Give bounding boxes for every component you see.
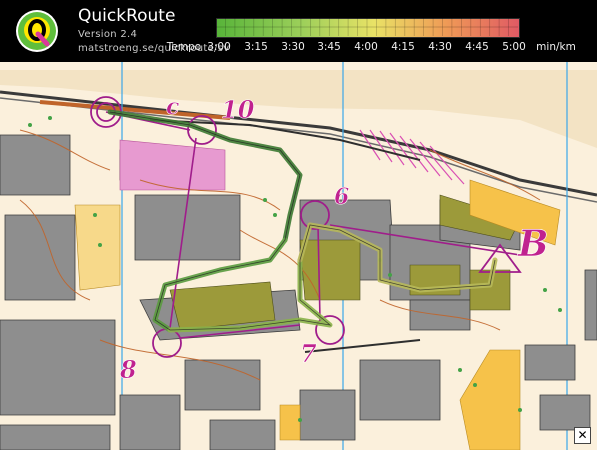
pace-tick-label: 3:15: [244, 41, 268, 53]
pace-tick-label: 3:45: [317, 41, 341, 53]
app-header: QuickRoute Version 2.4 matstroeng.se/qui…: [0, 0, 597, 62]
pace-tick-label: 4:45: [465, 41, 489, 53]
control-label-10: 10: [221, 95, 255, 124]
pace-tick-label: 4:15: [391, 41, 415, 53]
map-canvas: c 10 6 B 8 7: [0, 62, 597, 450]
pace-tick-label: 3:30: [281, 41, 305, 53]
pace-scale-grid: [216, 18, 518, 36]
app-version: Version 2.4: [78, 29, 138, 40]
pace-tick-label: 3:00: [207, 41, 231, 53]
pace-scale-caption: Tempo: [166, 41, 202, 53]
control-label-c: c: [166, 94, 180, 120]
control-label-b: B: [517, 223, 548, 265]
app-title: QuickRoute: [78, 6, 176, 26]
pace-tick-label: 4:00: [354, 41, 378, 53]
control-label-8: 8: [119, 355, 137, 384]
control-label-7: 7: [300, 339, 317, 368]
pace-unit-label: min/km: [536, 41, 576, 53]
close-icon[interactable]: ✕: [574, 427, 591, 444]
pace-tick-label: 4:30: [428, 41, 452, 53]
orienteering-map[interactable]: c 10 6 B 8 7 ✕: [0, 62, 597, 450]
quickroute-logo-icon: [16, 10, 58, 52]
control-label-6: 6: [334, 184, 349, 210]
pace-tick-label: 5:00: [502, 41, 526, 53]
